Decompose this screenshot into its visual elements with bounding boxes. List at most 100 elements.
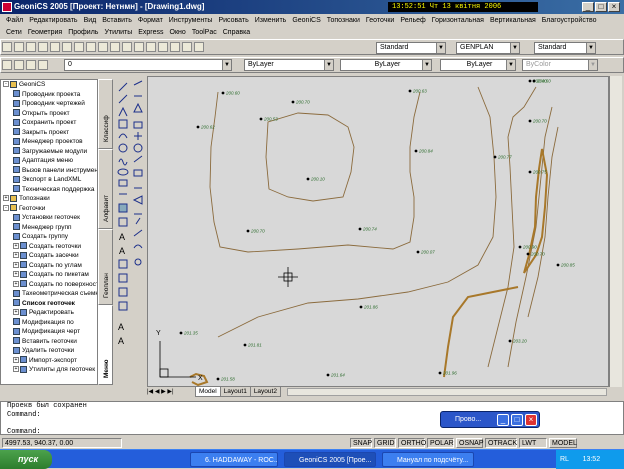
layer-manager-icon[interactable]	[2, 60, 12, 70]
zoom-window-icon[interactable]	[158, 42, 168, 52]
expand-icon[interactable]: +	[13, 242, 19, 249]
geopoint-marker[interactable]	[179, 331, 183, 335]
menu-item-13[interactable]: Вертикальная	[487, 15, 539, 26]
expand-icon[interactable]: +	[3, 195, 9, 202]
tree-item[interactable]: Открыть проект	[1, 109, 97, 119]
tree-item[interactable]: Техническая поддержка	[1, 185, 97, 195]
tree-item[interactable]: + Создать геоточки	[1, 242, 97, 252]
tree-item[interactable]: Модификация черт	[1, 327, 97, 337]
close-button[interactable]: ×	[608, 2, 620, 12]
tree-item[interactable]: Загружаемые модули	[1, 147, 97, 157]
geopoint-marker[interactable]	[259, 117, 263, 121]
menu2-item-6[interactable]: ToolPac	[189, 27, 220, 38]
float-minimize-button[interactable]: _	[497, 414, 509, 426]
tree-item[interactable]: + Создать засечки	[1, 251, 97, 261]
menu-item-5[interactable]: Инструменты	[166, 15, 216, 26]
lineweight-select[interactable]: ByLayer ▼	[440, 59, 516, 71]
float-close-button[interactable]: ×	[525, 414, 537, 426]
tree-item[interactable]: Проводник проекта	[1, 90, 97, 100]
preview-icon[interactable]	[50, 42, 60, 52]
lock-icon[interactable]	[38, 60, 48, 70]
menu-item-2[interactable]: Вид	[81, 15, 100, 26]
float-restore-button[interactable]: □	[511, 414, 523, 426]
geopoint-marker[interactable]	[556, 263, 560, 267]
tab-layout2[interactable]: Layout2	[249, 387, 281, 397]
geopoint-marker[interactable]	[528, 79, 532, 83]
geopoint-marker[interactable]	[526, 252, 530, 256]
tab-layout1[interactable]: Layout1	[219, 387, 251, 397]
tree-item[interactable]: Адаптация меню	[1, 156, 97, 166]
copy-icon[interactable]	[74, 42, 84, 52]
status-toggle-osnap[interactable]: OSNAP	[456, 438, 484, 448]
expand-icon[interactable]: +	[13, 280, 19, 287]
menu2-item-4[interactable]: Express	[135, 27, 166, 38]
tree-item[interactable]: Проводник чертежей	[1, 99, 97, 109]
menu2-item-0[interactable]: Сети	[3, 27, 25, 38]
table-style-select[interactable]: Standard ▼	[534, 42, 596, 54]
geopoint-marker[interactable]	[414, 149, 418, 153]
tree-item[interactable]: + Создать по углам	[1, 261, 97, 271]
redo-icon[interactable]	[122, 42, 132, 52]
open-icon[interactable]	[14, 42, 24, 52]
menu-item-8[interactable]: GeoniCS	[289, 15, 323, 26]
task-geonics[interactable]: GeoniCS 2005 [Прое...	[284, 452, 376, 467]
menu-item-3[interactable]: Вставить	[99, 15, 135, 26]
geopoint-marker[interactable]	[408, 89, 412, 93]
geopoint-marker[interactable]	[196, 125, 200, 129]
new-icon[interactable]	[2, 42, 12, 52]
task-manual[interactable]: Мануал по подсчёту...	[382, 452, 474, 467]
text-style-select[interactable]: Standard ▼	[376, 42, 446, 54]
tree-item[interactable]: Закрыть проект	[1, 128, 97, 138]
bulb-icon[interactable]	[14, 60, 24, 70]
geopoint-marker[interactable]	[508, 339, 512, 343]
task-haddaway[interactable]: 6. HADDAWAY - ROC...	[190, 452, 278, 467]
vertical-scrollbar[interactable]	[609, 76, 622, 387]
geopoint-marker[interactable]	[306, 177, 310, 181]
menu-item-7[interactable]: Изменить	[252, 15, 290, 26]
menu2-item-1[interactable]: Геометрия	[25, 27, 65, 38]
menu-item-0[interactable]: Файл	[3, 15, 26, 26]
status-toggle-lwt[interactable]: LWT	[519, 438, 547, 448]
design-center-icon[interactable]	[182, 42, 192, 52]
paste-icon[interactable]	[86, 42, 96, 52]
menu2-item-7[interactable]: Справка	[220, 27, 253, 38]
geopoint-marker[interactable]	[326, 373, 330, 377]
drawing-canvas[interactable]: Y X 200.60 200.62 200.70 200.53 200.63 200.84…	[147, 76, 609, 387]
tree-item[interactable]: Создать группу	[1, 232, 97, 242]
plotstyle-select[interactable]: ByColor ▼	[522, 59, 598, 71]
tab-classif[interactable]: Классиф	[98, 79, 113, 149]
expand-icon[interactable]: -	[3, 204, 9, 211]
status-toggle-snap[interactable]: SNAP	[350, 438, 372, 448]
contour-drawing[interactable]: Y X 200.60 200.62 200.70 200.53 200.63 200.84…	[148, 77, 609, 387]
status-toggle-ortho[interactable]: ORTHO	[398, 438, 426, 448]
menu-item-1[interactable]: Редактировать	[26, 15, 80, 26]
tree-item[interactable]: Вызов панели инструментов	[1, 166, 97, 176]
tree-item[interactable]: + Создать по поверхности	[1, 280, 97, 290]
menu-item-11[interactable]: Рельеф	[397, 15, 428, 26]
menu-item-9[interactable]: Топознаки	[324, 15, 363, 26]
geopoint-marker[interactable]	[359, 305, 363, 309]
expand-icon[interactable]: +	[13, 309, 19, 316]
tree-item[interactable]: - GeoniCS	[1, 80, 97, 90]
tree-item[interactable]: Удалить геоточки	[1, 346, 97, 356]
menu-item-4[interactable]: Формат	[135, 15, 166, 26]
geopoint-marker[interactable]	[291, 100, 295, 104]
menu-item-10[interactable]: Геоточки	[363, 15, 397, 26]
match-icon[interactable]	[98, 42, 108, 52]
status-toggle-grid[interactable]: GRID	[374, 438, 396, 448]
status-toggle-model[interactable]: MODEL	[549, 438, 577, 448]
geopoint-marker[interactable]	[528, 119, 532, 123]
tab-menu[interactable]: Меню	[98, 305, 113, 385]
tree-item[interactable]: Экспорт в LandXML	[1, 175, 97, 185]
tree-item[interactable]: Тахеометрическая съемка	[1, 289, 97, 299]
menu-item-6[interactable]: Рисовать	[215, 15, 251, 26]
geopoint-marker[interactable]	[493, 155, 497, 159]
expand-icon[interactable]: -	[3, 81, 9, 88]
menu-item-14[interactable]: Благоустройство	[539, 15, 600, 26]
geopoint-marker[interactable]	[246, 229, 250, 233]
layer-select[interactable]: 0 ▼	[64, 59, 232, 71]
tree-item[interactable]: Модификация по	[1, 318, 97, 328]
menu2-item-5[interactable]: Окно	[167, 27, 189, 38]
menu2-item-3[interactable]: Утилиты	[101, 27, 135, 38]
geopoint-marker[interactable]	[243, 343, 247, 347]
